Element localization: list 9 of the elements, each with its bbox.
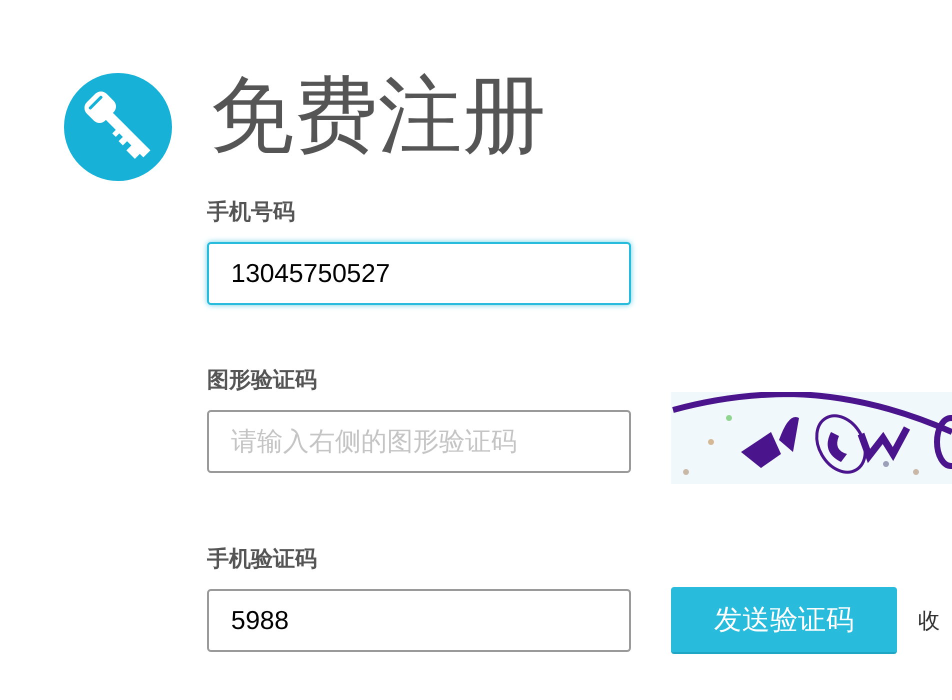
receive-hint-text: 收 [918, 607, 940, 635]
input-field[interactable]: 13045750527 [207, 242, 631, 305]
key-icon [64, 73, 172, 181]
page-title: 免费注册 [210, 73, 546, 157]
input-field[interactable]: 5988 [207, 589, 631, 652]
input-field[interactable]: 请输入右侧的图形验证码 [207, 410, 631, 473]
field-label: 手机号码 [207, 198, 295, 226]
field-label: 图形验证码 [207, 366, 317, 394]
field-label: 手机验证码 [207, 545, 317, 573]
